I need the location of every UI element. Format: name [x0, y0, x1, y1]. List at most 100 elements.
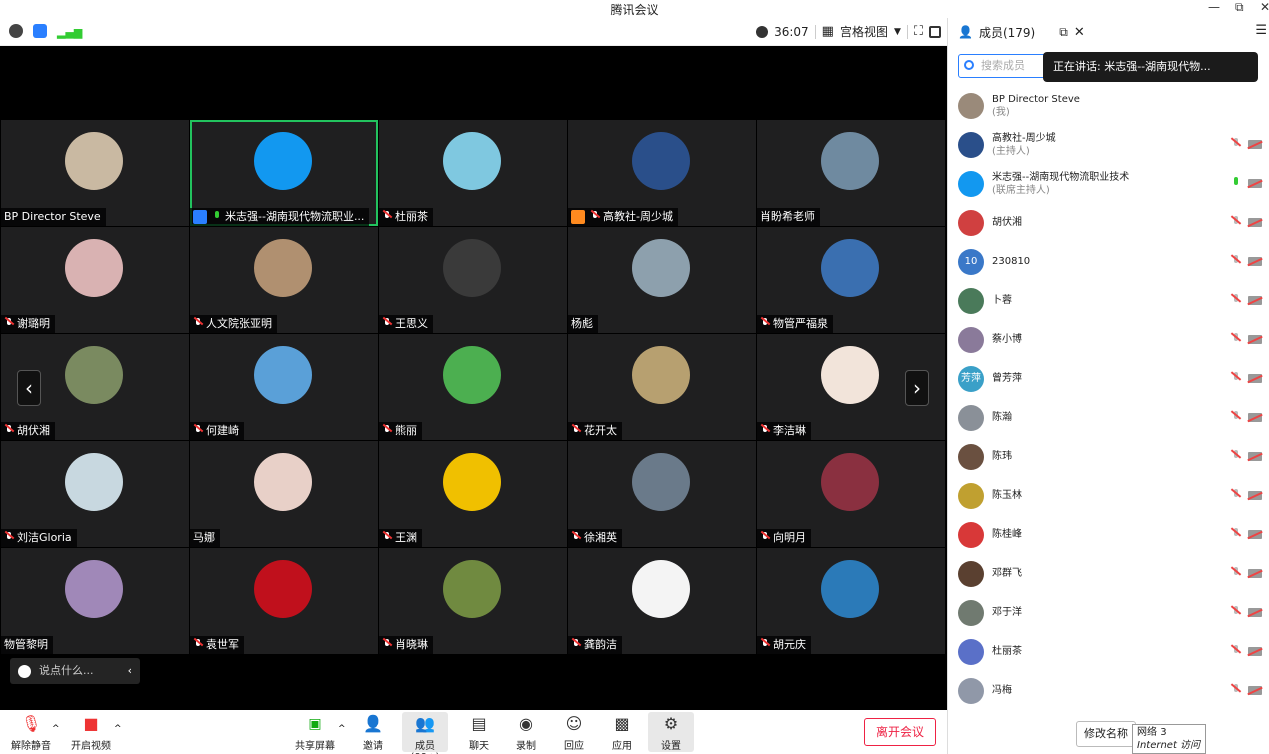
video-tile[interactable]: 胡元庆: [757, 548, 945, 654]
view-mode-label[interactable]: 宫格视图: [840, 23, 888, 40]
shield-icon[interactable]: [33, 24, 47, 38]
grid-view-icon[interactable]: ▦: [822, 24, 834, 39]
camera-off-icon[interactable]: [1248, 218, 1262, 227]
share-options-chevron-icon[interactable]: ^: [338, 724, 346, 734]
mic-muted-icon[interactable]: [1230, 450, 1242, 463]
member-row[interactable]: 杜丽茶: [948, 632, 1269, 671]
video-tile[interactable]: 杜丽茶: [379, 120, 567, 226]
video-tile[interactable]: 米志强--湖南现代物流职业...: [190, 120, 378, 226]
reaction-button[interactable]: ☺ 回应: [551, 712, 597, 752]
camera-off-icon[interactable]: [1248, 140, 1262, 149]
share-screen-button[interactable]: ▣ 共享屏幕: [292, 712, 338, 752]
camera-off-icon[interactable]: [1248, 374, 1262, 383]
mic-muted-icon[interactable]: [1230, 138, 1242, 151]
video-tile[interactable]: 杨彪: [568, 227, 756, 333]
camera-off-icon[interactable]: [1248, 413, 1262, 422]
video-tile[interactable]: 花开太: [568, 334, 756, 440]
chevron-down-icon[interactable]: ▼: [894, 27, 901, 37]
member-row[interactable]: 陈玉林: [948, 476, 1269, 515]
fullscreen-icon[interactable]: ⛶: [914, 24, 923, 39]
audio-options-chevron-icon[interactable]: ^: [52, 724, 60, 734]
video-tile[interactable]: 王渊: [379, 441, 567, 547]
chat-button[interactable]: ▤ 聊天: [456, 712, 502, 752]
mic-muted-icon[interactable]: [1230, 606, 1242, 619]
leave-meeting-button[interactable]: 离开会议: [864, 718, 936, 746]
members-button[interactable]: 👥 成员(99+): [402, 712, 448, 754]
member-row[interactable]: 卜蓉: [948, 281, 1269, 320]
member-row[interactable]: 陈桂峰: [948, 515, 1269, 554]
member-row[interactable]: 邓群飞: [948, 554, 1269, 593]
next-page-button[interactable]: ›: [905, 370, 929, 406]
camera-off-icon[interactable]: [1248, 335, 1262, 344]
video-tile[interactable]: 袁世军: [190, 548, 378, 654]
member-row[interactable]: 芳萍 曾芳萍: [948, 359, 1269, 398]
member-row[interactable]: 冯梅: [948, 671, 1269, 710]
camera-off-icon[interactable]: [1248, 491, 1262, 500]
start-video-button[interactable]: ■ 开启视频: [68, 712, 114, 752]
prev-page-button[interactable]: ‹: [17, 370, 41, 406]
video-tile[interactable]: 何建崎: [190, 334, 378, 440]
chat-quick-input[interactable]: 说点什么... ‹: [10, 658, 140, 684]
member-row[interactable]: 陈玮: [948, 437, 1269, 476]
menu-icon[interactable]: ☰: [1255, 23, 1267, 38]
member-row[interactable]: 陈瀚: [948, 398, 1269, 437]
video-tile[interactable]: 熊丽: [379, 334, 567, 440]
mic-muted-icon[interactable]: [1230, 567, 1242, 580]
mic-muted-icon[interactable]: [1230, 489, 1242, 502]
camera-off-icon[interactable]: [1248, 296, 1262, 305]
member-row[interactable]: 胡伏湘: [948, 203, 1269, 242]
camera-off-icon[interactable]: [1248, 179, 1262, 188]
video-tile[interactable]: 谢璐明: [1, 227, 189, 333]
video-tile[interactable]: 徐湘英: [568, 441, 756, 547]
record-button[interactable]: ◉ 录制: [503, 712, 549, 752]
video-tile[interactable]: 高教社-周少城: [568, 120, 756, 226]
mic-muted-icon[interactable]: [1230, 684, 1242, 697]
mic-muted-icon[interactable]: [1230, 255, 1242, 268]
member-row[interactable]: 高教社-周少城 (主持人): [948, 125, 1269, 164]
video-tile[interactable]: BP Director Steve: [1, 120, 189, 226]
camera-off-icon[interactable]: [1248, 569, 1262, 578]
restore-icon[interactable]: ⧉: [1235, 0, 1244, 15]
unmute-button[interactable]: 🎙 解除静音: [8, 712, 54, 752]
close-window-icon[interactable]: ✕: [1260, 0, 1269, 14]
camera-off-icon[interactable]: [1248, 647, 1262, 656]
member-row[interactable]: 米志强--湖南现代物流职业技术 (联席主持人): [948, 164, 1269, 203]
video-tile[interactable]: 龚韵洁: [568, 548, 756, 654]
sidebar-toggle-icon[interactable]: [929, 25, 941, 38]
minimize-icon[interactable]: —: [1208, 0, 1220, 14]
apps-button[interactable]: ▩ 应用: [599, 712, 645, 752]
mic-muted-icon[interactable]: [1230, 294, 1242, 307]
video-tile[interactable]: 物管黎明: [1, 548, 189, 654]
member-search-input[interactable]: 搜索成员: [958, 54, 1048, 78]
video-tile[interactable]: 向明月: [757, 441, 945, 547]
camera-off-icon[interactable]: [1248, 452, 1262, 461]
pop-out-icon[interactable]: ⧉: [1059, 25, 1068, 40]
video-tile[interactable]: 肖晓琳: [379, 548, 567, 654]
camera-off-icon[interactable]: [1248, 530, 1262, 539]
settings-button[interactable]: ⚙ 设置: [648, 712, 694, 752]
mic-muted-icon[interactable]: [1230, 645, 1242, 658]
info-icon[interactable]: [9, 24, 23, 38]
mic-muted-icon[interactable]: [1230, 372, 1242, 385]
camera-off-icon[interactable]: [1248, 686, 1262, 695]
camera-off-icon[interactable]: [1248, 608, 1262, 617]
invite-button[interactable]: 👤 邀请: [350, 712, 396, 752]
camera-off-icon[interactable]: [1248, 257, 1262, 266]
emoji-icon[interactable]: [18, 664, 31, 678]
video-tile[interactable]: 马娜: [190, 441, 378, 547]
mic-muted-icon[interactable]: [1230, 528, 1242, 541]
video-tile[interactable]: 刘洁Gloria: [1, 441, 189, 547]
mic-muted-icon[interactable]: [1230, 216, 1242, 229]
member-row[interactable]: 蔡小博: [948, 320, 1269, 359]
video-options-chevron-icon[interactable]: ^: [114, 724, 122, 734]
close-panel-icon[interactable]: ✕: [1074, 25, 1085, 40]
video-tile[interactable]: 王思义: [379, 227, 567, 333]
video-tile[interactable]: 物管严福泉: [757, 227, 945, 333]
signal-icon[interactable]: ▂▄▆: [57, 26, 82, 39]
mic-on-icon[interactable]: [1230, 177, 1242, 190]
member-row[interactable]: BP Director Steve (我): [948, 86, 1269, 125]
collapse-chevron-icon[interactable]: ‹: [128, 658, 132, 684]
video-tile[interactable]: 人文院张亚明: [190, 227, 378, 333]
member-row[interactable]: 邓于洋: [948, 593, 1269, 632]
mic-muted-icon[interactable]: [1230, 333, 1242, 346]
